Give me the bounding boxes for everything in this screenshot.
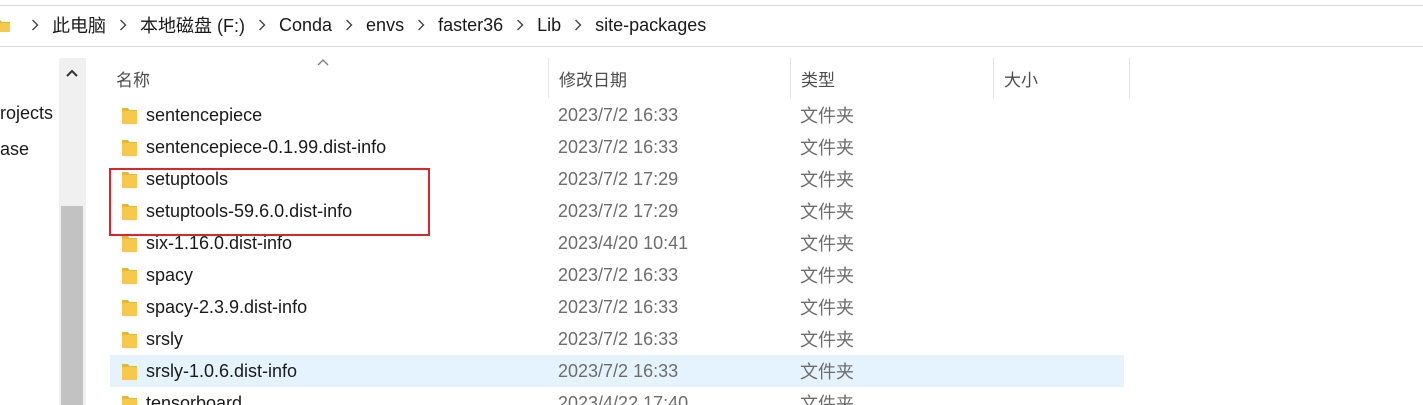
folder-icon (122, 234, 137, 252)
chevron-right-icon[interactable] (28, 18, 42, 32)
chevron-right-icon[interactable] (342, 18, 356, 32)
folder-icon (122, 106, 137, 124)
file-row[interactable]: spacy-2.3.9.dist-info 2023/7/2 16:33 文件夹 (110, 291, 1124, 323)
file-name: srsly-1.0.6.dist-info (146, 360, 298, 381)
file-date: 2023/7/2 16:33 (558, 136, 679, 157)
file-type: 文件夹 (800, 234, 854, 254)
nav-scrollbar[interactable] (59, 58, 85, 405)
file-date: 2023/7/2 16:33 (558, 328, 679, 349)
address-bar[interactable]: 此电脑 本地磁盘 (F:) Conda envs faster36 Lib site-pac… (0, 0, 1423, 50)
file-type: 文件夹 (800, 362, 854, 382)
chevron-right-icon[interactable] (513, 18, 527, 32)
file-type: 文件夹 (800, 202, 854, 222)
file-row[interactable]: sentencepiece-0.1.99.dist-info 2023/7/2 1… (110, 131, 1124, 163)
column-header-date[interactable]: 修改日期 (549, 58, 791, 98)
scroll-up-button[interactable] (59, 58, 85, 88)
file-name: spacy-2.3.9.dist-info (146, 296, 308, 317)
chevron-right-icon[interactable] (255, 18, 269, 32)
file-date: 2023/7/2 17:29 (558, 200, 679, 221)
file-type: 文件夹 (800, 266, 854, 286)
file-type: 文件夹 (800, 394, 854, 405)
file-type: 文件夹 (800, 138, 854, 158)
file-date: 2023/4/20 10:41 (558, 232, 689, 253)
chevron-up-icon (66, 69, 78, 77)
file-type: 文件夹 (800, 298, 854, 318)
nav-item-projects[interactable]: rojects (0, 103, 53, 124)
file-date: 2023/7/2 16:33 (558, 360, 679, 381)
column-header-name[interactable]: 名称 (106, 58, 549, 98)
file-date: 2023/7/2 16:33 (558, 264, 679, 285)
column-header-type[interactable]: 类型 (791, 58, 994, 98)
file-date: 2023/7/2 16:33 (558, 296, 679, 317)
chevron-right-icon[interactable] (571, 18, 585, 32)
breadcrumb-item[interactable]: envs (364, 15, 406, 36)
breadcrumb-item[interactable]: 本地磁盘 (F:) (138, 12, 247, 38)
file-row[interactable]: sentencepiece 2023/7/2 16:33 文件夹 (110, 99, 1124, 131)
folder-icon (122, 394, 137, 405)
folder-icon (122, 330, 137, 348)
file-date: 2023/7/2 16:33 (558, 104, 679, 125)
breadcrumb-item[interactable]: Conda (277, 15, 334, 36)
breadcrumb-item[interactable]: site-packages (593, 15, 708, 36)
file-name: sentencepiece (146, 104, 263, 125)
breadcrumb-item[interactable]: Lib (535, 15, 563, 36)
file-type: 文件夹 (800, 330, 854, 350)
chevron-right-icon[interactable] (116, 18, 130, 32)
file-date: 2023/4/22 17:40 (558, 392, 689, 405)
breadcrumb-item[interactable]: faster36 (436, 15, 505, 36)
scroll-thumb[interactable] (61, 206, 83, 405)
file-name: sentencepiece-0.1.99.dist-info (146, 136, 387, 157)
breadcrumb: 此电脑 本地磁盘 (F:) Conda envs faster36 Lib site-pac… (0, 0, 708, 50)
annotation-highlight-box (109, 168, 430, 236)
folder-icon (122, 298, 137, 316)
file-row[interactable]: spacy 2023/7/2 16:33 文件夹 (110, 259, 1124, 291)
folder-icon (122, 266, 137, 284)
file-name: tensorboard (146, 392, 243, 405)
file-row[interactable]: tensorboard 2023/4/22 17:40 文件夹 (110, 387, 1124, 405)
nav-item-base[interactable]: ase (0, 139, 29, 160)
file-row[interactable]: srsly-1.0.6.dist-info 2023/7/2 16:33 文件夹 (110, 355, 1124, 387)
file-date: 2023/7/2 17:29 (558, 168, 679, 189)
file-row[interactable]: srsly 2023/7/2 16:33 文件夹 (110, 323, 1124, 355)
folder-icon (122, 138, 137, 156)
breadcrumb-item[interactable]: 此电脑 (50, 12, 108, 38)
chevron-right-icon[interactable] (414, 18, 428, 32)
file-name: srsly (146, 328, 183, 349)
file-name: spacy (146, 264, 194, 285)
file-type: 文件夹 (800, 170, 854, 190)
file-type: 文件夹 (800, 106, 854, 126)
folder-icon (122, 362, 137, 380)
column-header-size[interactable]: 大小 (994, 58, 1130, 98)
